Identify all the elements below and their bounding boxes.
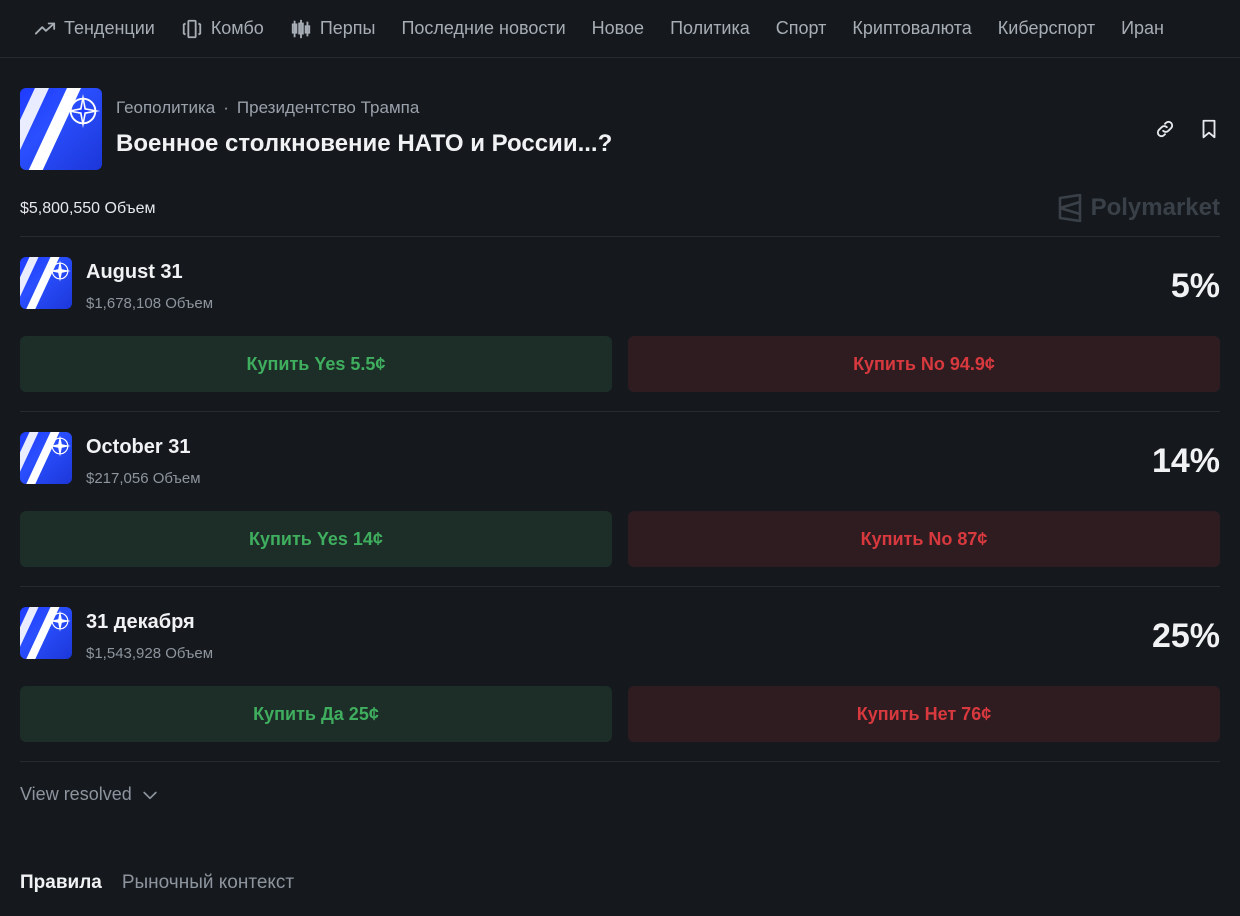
view-resolved-button[interactable]: View resolved	[20, 784, 160, 805]
market-probability: 14%	[1151, 442, 1220, 480]
nav-label: Спорт	[775, 18, 827, 38]
buy-yes-button[interactable]: Купить Yes 14¢	[20, 511, 612, 567]
link-icon[interactable]	[1154, 118, 1176, 140]
nav-item-sports[interactable]: Спорт	[776, 18, 827, 39]
nato-star-icon	[65, 93, 101, 129]
nav-item-politics[interactable]: Политика	[670, 18, 750, 39]
tab-rules[interactable]: Правила	[20, 872, 102, 894]
brand-name: Polymarket	[1090, 194, 1220, 221]
market-volume: $1,543,928 Объем	[86, 645, 214, 662]
volume-row: $5,800,550 Объем Polymarket	[0, 188, 1240, 236]
market-name[interactable]: 31 декабря	[86, 611, 195, 634]
tab-market-context[interactable]: Рыночный контекст	[122, 872, 294, 894]
polymarket-brand: Polymarket	[1057, 194, 1220, 222]
breadcrumb-separator: ·	[223, 98, 229, 117]
market-row: 31 декабря $1,543,928 Объем 25% Купить Д…	[20, 587, 1220, 762]
nav-label: Криптовалюта	[852, 18, 972, 38]
top-navigation: Тенденции Комбо Перпы Последние новости …	[0, 0, 1240, 58]
buy-no-button[interactable]: Купить No 94.9¢	[628, 336, 1220, 392]
nav-label: Последние новости	[401, 18, 566, 38]
nav-item-crypto[interactable]: Криптовалюта	[852, 18, 971, 39]
nav-item-breaking-news[interactable]: Последние новости	[401, 18, 565, 39]
nato-star-icon	[49, 260, 71, 282]
market-name[interactable]: October 31	[86, 436, 190, 459]
event-header: Геополитика · Президентство Трампа Военн…	[0, 58, 1240, 188]
nav-label: Киберспорт	[997, 18, 1096, 38]
polymarket-logo-icon	[1058, 194, 1081, 222]
market-volume: $1,678,108 Объем	[86, 295, 214, 312]
nav-label: Тенденции	[64, 18, 155, 38]
nav-label: Комбо	[210, 18, 264, 38]
nato-star-icon	[49, 435, 71, 457]
market-row: October 31 $217,056 Объем 14% Купить Yes…	[20, 412, 1220, 587]
breadcrumb: Геополитика · Президентство Трампа	[116, 98, 419, 118]
nav-label: Политика	[670, 18, 750, 38]
chevron-down-icon	[143, 791, 157, 799]
nav-label: Иран	[1121, 18, 1164, 38]
nav-item-esports[interactable]: Киберспорт	[998, 18, 1095, 39]
market-name[interactable]: August 31	[86, 261, 183, 284]
buy-no-button[interactable]: Купить No 87¢	[628, 511, 1220, 567]
header-actions	[1154, 118, 1220, 140]
bookmark-icon[interactable]	[1198, 118, 1220, 140]
nav-item-trending[interactable]: Тенденции	[34, 18, 155, 40]
market-image	[20, 607, 72, 659]
market-image	[20, 432, 72, 484]
buy-yes-button[interactable]: Купить Да 25¢	[20, 686, 612, 742]
nav-item-iran[interactable]: Иран	[1121, 18, 1164, 39]
view-resolved-label: View resolved	[20, 784, 132, 804]
buy-yes-button[interactable]: Купить Yes 5.5¢	[20, 336, 612, 392]
market-volume: $217,056 Объем	[86, 470, 201, 487]
combo-icon	[182, 19, 201, 38]
markets-list: August 31 $1,678,108 Объем 5% Купить Yes…	[20, 236, 1220, 762]
breadcrumb-geopolitics[interactable]: Геополитика	[116, 98, 215, 118]
event-title: Военное столкновение НАТО и России...?	[116, 130, 613, 157]
event-image	[20, 88, 102, 170]
nav-item-combo[interactable]: Комбо	[181, 18, 264, 40]
nav-label: Новое	[591, 18, 645, 38]
buy-no-button[interactable]: Купить Нет 76¢	[628, 686, 1220, 742]
market-probability: 25%	[1151, 617, 1220, 655]
trending-icon	[34, 22, 56, 34]
tabs: Правила Рыночный контекст	[20, 872, 294, 894]
market-probability: 5%	[1170, 267, 1220, 305]
market-row: August 31 $1,678,108 Объем 5% Купить Yes…	[20, 237, 1220, 412]
candlestick-icon	[291, 19, 310, 38]
nav-label: Перпы	[319, 18, 376, 38]
market-image	[20, 257, 72, 309]
breadcrumb-trump-presidency[interactable]: Президентство Трампа	[237, 98, 419, 118]
nav-item-perps[interactable]: Перпы	[290, 18, 376, 40]
nav-item-new[interactable]: Новое	[592, 18, 644, 39]
nato-star-icon	[49, 610, 71, 632]
total-volume: $5,800,550 Объем	[20, 200, 156, 217]
